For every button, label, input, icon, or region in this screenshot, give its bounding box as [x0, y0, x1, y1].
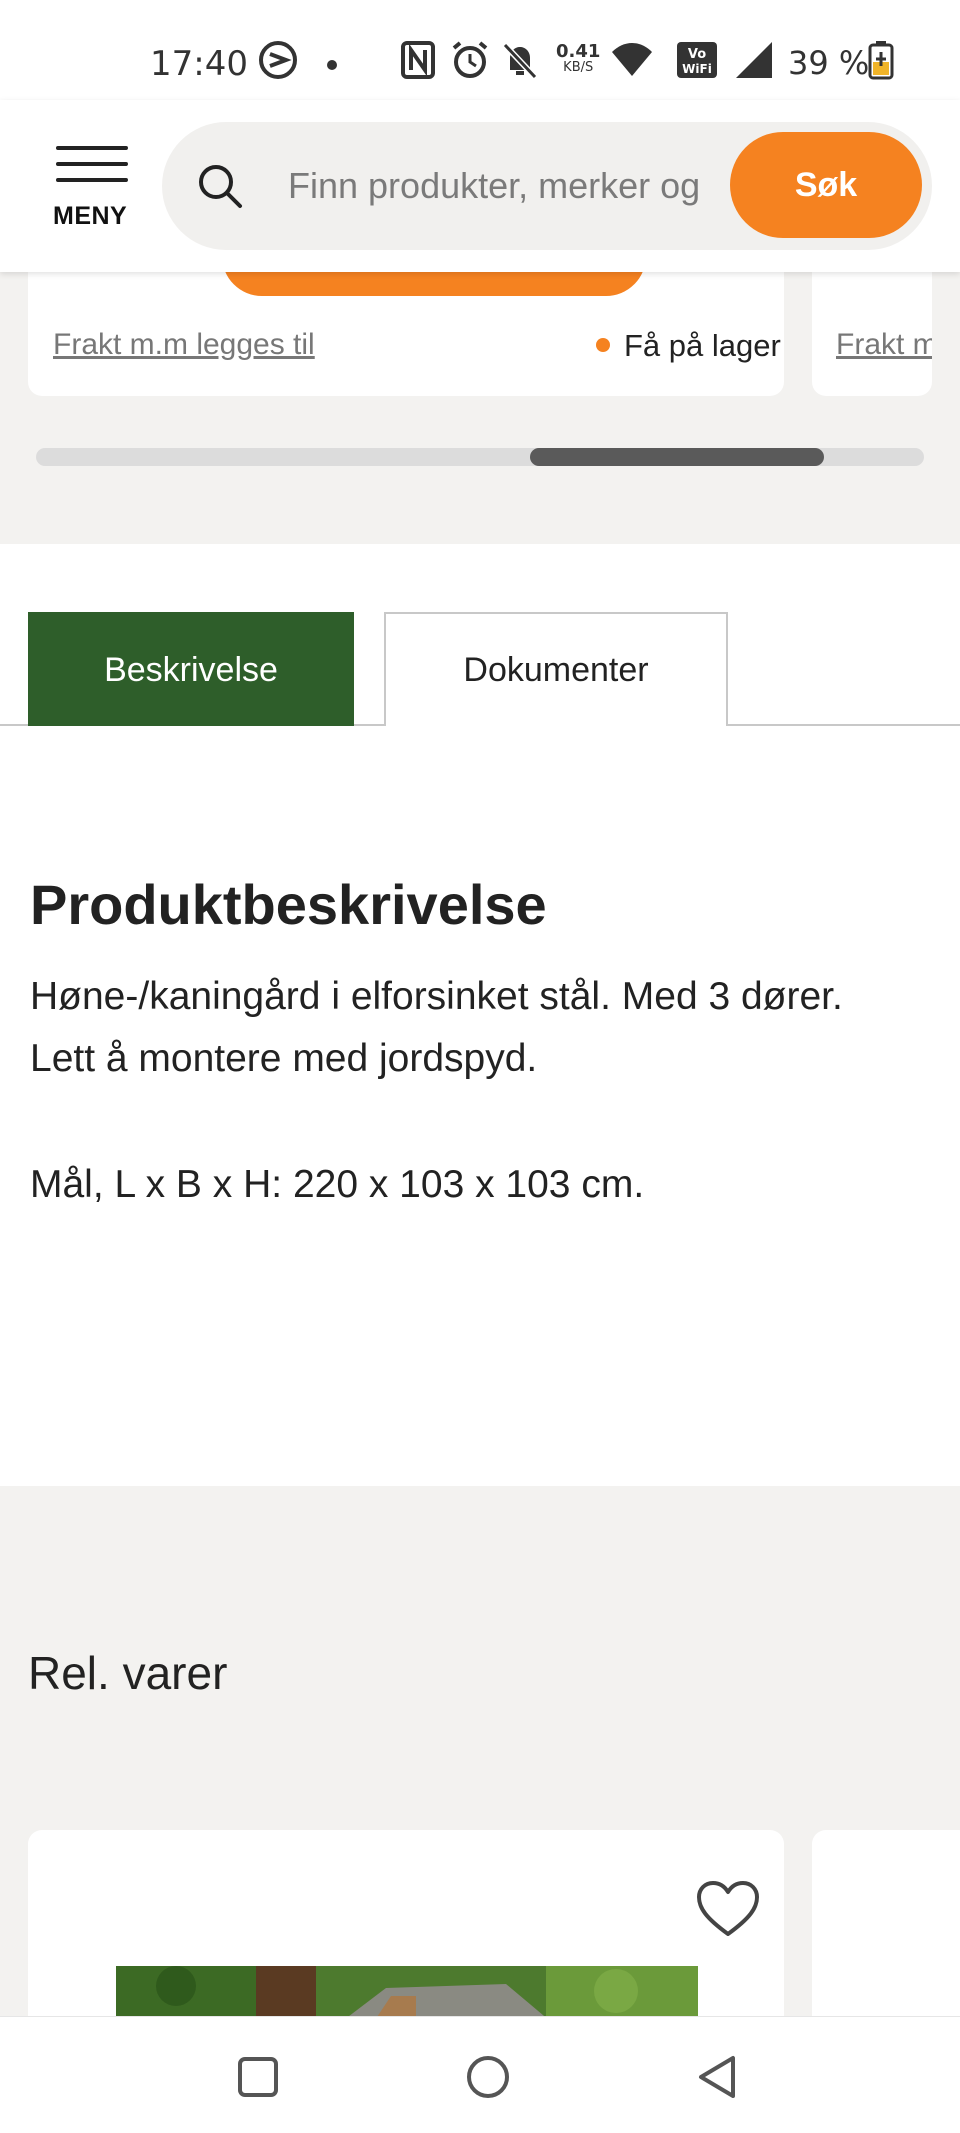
back-button[interactable] — [688, 2047, 748, 2107]
stock-dot-icon — [596, 337, 610, 352]
home-button[interactable] — [458, 2047, 518, 2107]
menu-icon-bar — [56, 178, 128, 182]
menu-button[interactable]: MENY — [48, 140, 138, 230]
shipping-link[interactable]: Frakt m.m legges til — [53, 328, 315, 362]
svg-text:WiFi: WiFi — [682, 62, 712, 76]
triangle-back-icon — [699, 2056, 735, 2098]
product-tabs: Beskrivelse Dokumenter — [0, 544, 960, 726]
product-card-next[interactable]: Frakt m — [812, 272, 932, 396]
circle-icon — [467, 2056, 509, 2098]
related-product-card-next[interactable] — [812, 1830, 960, 2016]
square-icon — [238, 2057, 278, 2097]
description-dimensions: Mål, L x B x H: 220 x 103 x 103 cm. — [30, 1163, 645, 1206]
carousel-scrollbar-thumb[interactable] — [530, 448, 824, 466]
product-carousel[interactable]: Frakt m.m legges til Få på lager Frakt m — [0, 272, 960, 544]
menu-label: MENY — [53, 202, 128, 230]
net-speed-unit: KB/S — [563, 60, 594, 75]
buy-button[interactable] — [222, 272, 646, 296]
menu-icon-bar — [56, 162, 128, 166]
wifi-icon — [610, 40, 654, 84]
site-header: MENY Søk — [0, 100, 960, 272]
carousel-scrollbar[interactable] — [36, 448, 924, 466]
dot-icon — [326, 56, 338, 75]
tab-beskrivelse[interactable]: Beskrivelse — [28, 612, 354, 726]
description-line: Høne-/kaningård i elforsinket stål. Med … — [30, 975, 843, 1018]
mute-icon — [500, 40, 540, 84]
tab-dokumenter[interactable]: Dokumenter — [384, 612, 728, 726]
stock-status-label: Få på lager — [624, 328, 781, 363]
battery-icon — [868, 40, 894, 84]
search-input[interactable] — [288, 152, 708, 220]
status-time: 17:40 — [150, 44, 248, 84]
related-products: Rel. varer — [0, 1486, 960, 2016]
product-card[interactable]: Frakt m.m legges til Få på lager — [28, 272, 784, 396]
favorite-heart-icon[interactable] — [696, 1880, 760, 1943]
description-heading: Produktbeskrivelse — [30, 873, 547, 936]
search-button[interactable]: Søk — [730, 132, 922, 238]
description-line: Lett å montere med jordspyd. — [30, 1037, 538, 1080]
nfc-icon — [400, 40, 436, 84]
net-speed-value: 0.41 — [556, 41, 601, 62]
related-heading: Rel. varer — [28, 1647, 228, 1699]
battery-percentage: 39 % — [788, 44, 870, 82]
recents-button[interactable] — [228, 2047, 288, 2107]
menu-icon — [56, 146, 128, 150]
product-image[interactable] — [116, 1966, 698, 2016]
status-bar: 17:40 0.41 KB/S Vo WiFi 39 % — [0, 0, 960, 100]
stock-status: Få på lager — [596, 328, 781, 364]
search-icon — [196, 162, 244, 215]
net-speed-icon: 0.41 KB/S — [556, 41, 601, 76]
vowifi-icon: Vo WiFi — [676, 40, 718, 84]
shipping-link-next[interactable]: Frakt m — [836, 328, 932, 362]
s-icon — [258, 40, 298, 84]
system-nav-bar — [0, 2016, 960, 2133]
svg-text:Vo: Vo — [688, 47, 706, 62]
signal-icon — [734, 40, 774, 84]
search-bar: Søk — [162, 122, 932, 250]
alarm-icon — [450, 40, 490, 84]
product-description: Produktbeskrivelse Høne-/kaningård i elf… — [0, 726, 960, 1486]
